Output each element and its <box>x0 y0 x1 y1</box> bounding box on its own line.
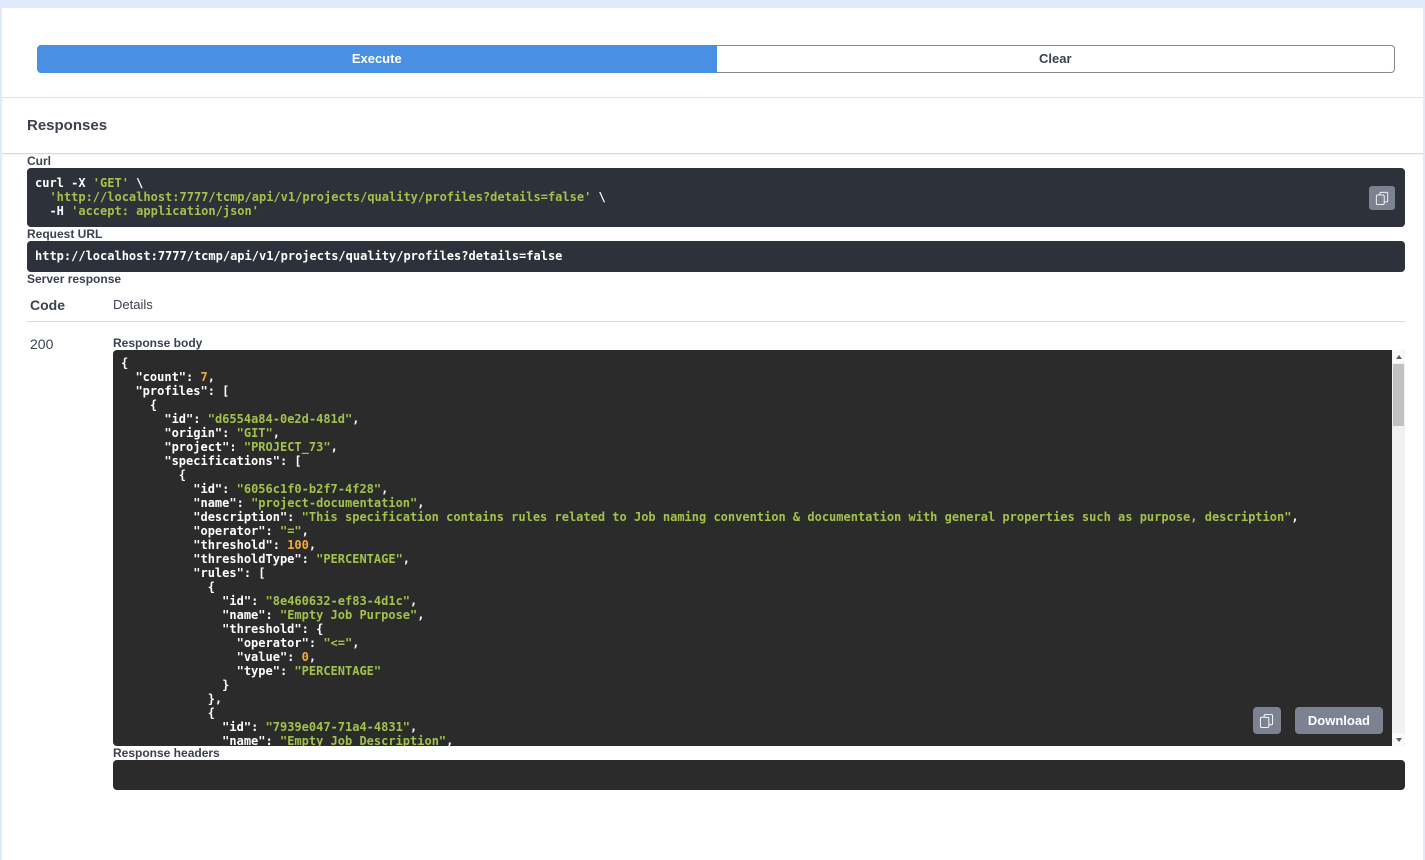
download-button[interactable]: Download <box>1295 707 1383 734</box>
responses-title: Responses <box>27 117 107 134</box>
scroll-up-arrow-icon[interactable] <box>1392 350 1405 363</box>
curl-code: curl -X 'GET' \ 'http://localhost:7777/t… <box>35 176 1359 218</box>
operation-panel: Execute Clear Responses Curl curl -X 'GE… <box>2 8 1423 860</box>
code-column-header: Code <box>27 297 113 313</box>
execute-button-group: Execute Clear <box>2 8 1423 97</box>
response-table-header: Code Details <box>27 286 1405 322</box>
server-response-label: Server response <box>27 272 1405 286</box>
clipboard-icon <box>1259 713 1274 728</box>
copy-curl-button[interactable] <box>1369 186 1395 210</box>
responses-section-header: Responses <box>2 97 1423 154</box>
status-code: 200 <box>27 336 113 790</box>
response-body-label: Response body <box>113 336 1405 350</box>
request-url-label: Request URL <box>27 227 1405 241</box>
response-headers-label: Response headers <box>113 746 1405 760</box>
response-headers-block <box>113 760 1405 790</box>
curl-command-block: curl -X 'GET' \ 'http://localhost:7777/t… <box>27 168 1405 227</box>
request-url-value: http://localhost:7777/tcmp/api/v1/projec… <box>35 249 1397 263</box>
clear-button[interactable]: Clear <box>717 45 1396 73</box>
response-body-controls: Download <box>1253 707 1383 734</box>
response-body-block: { "count": 7, "profiles": [ { "id": "d65… <box>113 350 1405 746</box>
execute-button[interactable]: Execute <box>37 45 717 73</box>
scroll-down-arrow-icon[interactable] <box>1392 733 1405 746</box>
response-row: 200 Response body { "count": 7, "profile… <box>27 322 1405 790</box>
request-url-block: http://localhost:7777/tcmp/api/v1/projec… <box>27 241 1405 272</box>
scrollbar-thumb[interactable] <box>1393 364 1404 426</box>
copy-response-button[interactable] <box>1253 707 1281 734</box>
clipboard-icon <box>1375 191 1389 205</box>
response-body-scrollbar[interactable] <box>1392 350 1405 746</box>
curl-label: Curl <box>27 154 1405 168</box>
responses-body: Curl curl -X 'GET' \ 'http://localhost:7… <box>2 154 1423 790</box>
details-column-header: Details <box>113 297 1405 313</box>
response-body-code: { "count": 7, "profiles": [ { "id": "d65… <box>121 356 1389 746</box>
